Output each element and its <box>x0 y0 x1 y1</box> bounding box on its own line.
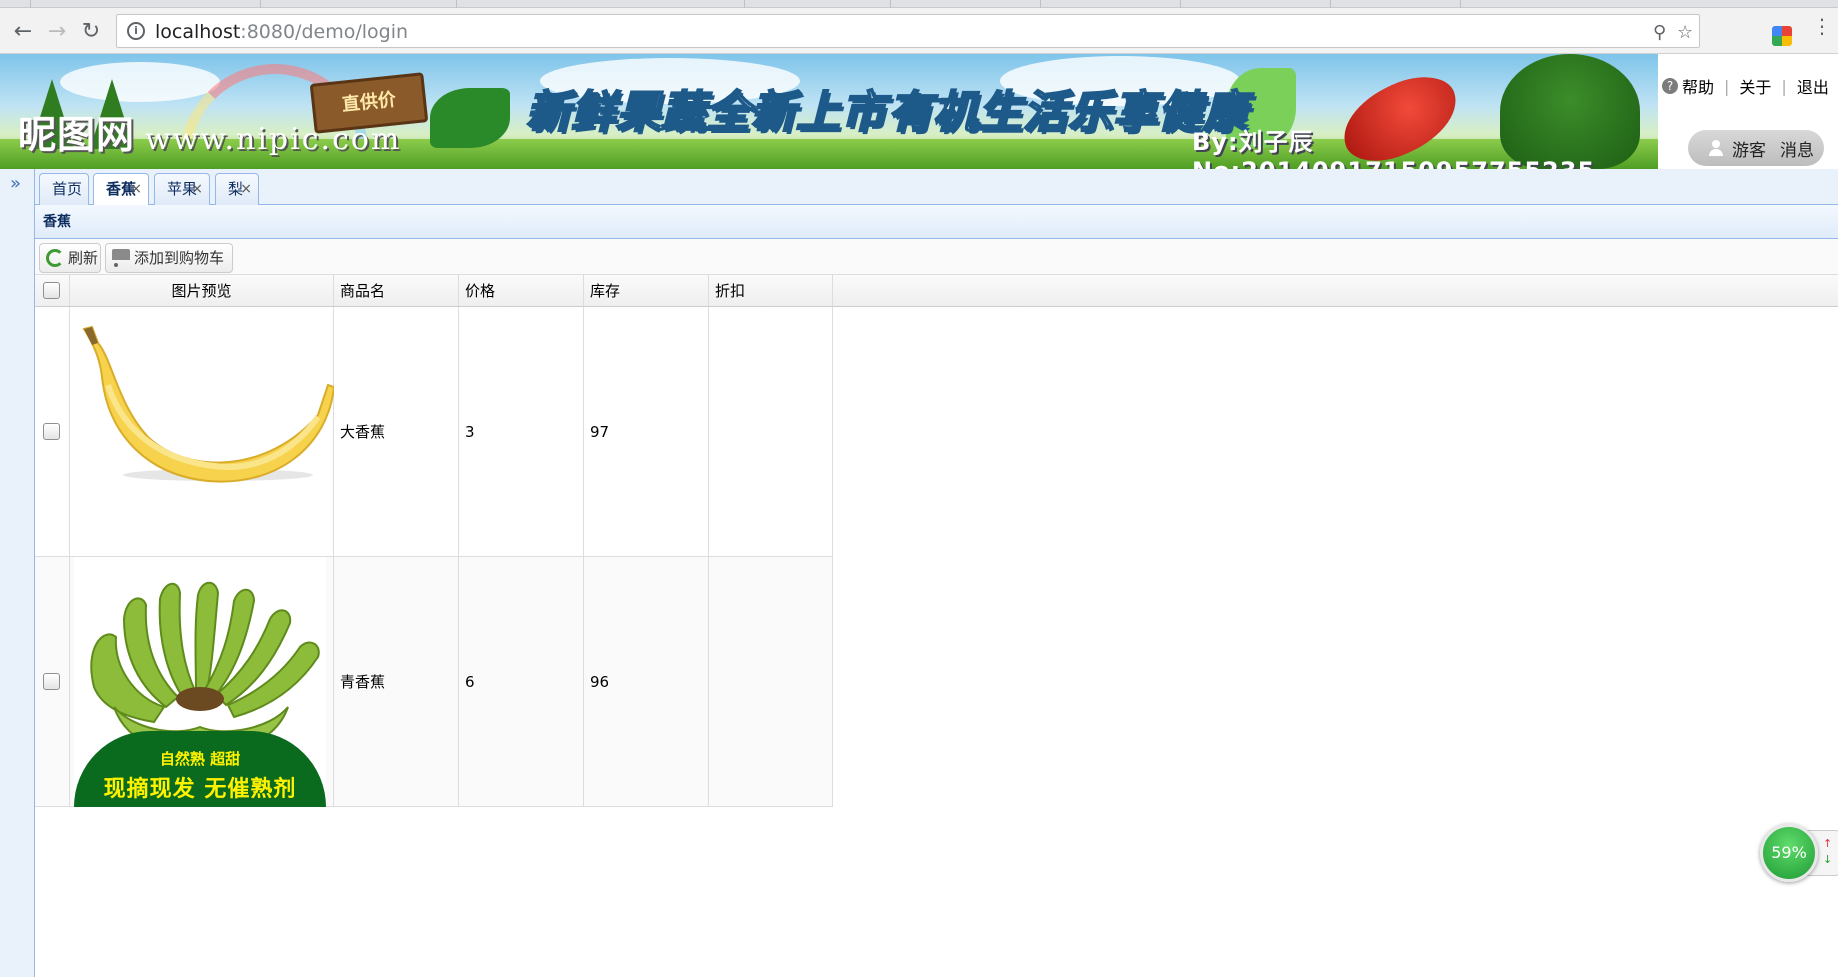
grid-header: 图片预览 商品名 价格 库存 折扣 <box>35 275 1838 307</box>
close-icon[interactable]: × <box>191 174 203 204</box>
green-banana-image: 自然熟 超甜 现摘现发 无催熟剂 <box>74 557 326 807</box>
column-header-stock[interactable]: 库存 <box>584 275 709 306</box>
download-arrow-icon: ↓ <box>1823 853 1833 866</box>
tab-pear[interactable]: 梨 × <box>215 173 259 205</box>
image-cell <box>70 307 334 556</box>
star-icon[interactable]: ☆ <box>1677 22 1693 43</box>
logout-link[interactable]: 退出 <box>1797 74 1829 98</box>
link-divider: | <box>1781 76 1787 96</box>
user-icon <box>1708 140 1724 156</box>
browser-tab[interactable] <box>890 0 891 8</box>
expand-double-chevron-icon[interactable]: » <box>10 173 21 194</box>
select-all-cell <box>35 275 70 306</box>
key-icon[interactable]: ⚲ <box>1653 22 1666 43</box>
product-name-cell: 大香蕉 <box>334 307 459 556</box>
banner-slogan-1: 新鲜果蔬全新上市 <box>525 86 886 139</box>
close-icon[interactable]: × <box>130 174 142 204</box>
extension-icon[interactable] <box>1772 26 1792 46</box>
tab-apple[interactable]: 苹果 × <box>154 173 210 205</box>
browser-tab-strip <box>0 0 1838 8</box>
info-icon[interactable]: i <box>127 22 145 40</box>
price-cell: 6 <box>459 557 584 806</box>
tab-label: 首页 <box>52 180 83 198</box>
cart-icon <box>112 249 130 267</box>
table-row[interactable]: 大香蕉 3 97 <box>35 307 833 557</box>
messages-link[interactable]: 消息 <box>1780 136 1814 161</box>
add-to-cart-label: 添加到购物车 <box>134 249 225 267</box>
panel-title: 香蕉 <box>35 205 1838 239</box>
column-header-name[interactable]: 商品名 <box>334 275 459 306</box>
tab-banana[interactable]: 香蕉 × <box>93 173 149 206</box>
discount-cell <box>709 307 833 556</box>
stock-cell: 97 <box>584 307 709 556</box>
user-name[interactable]: 游客 <box>1732 136 1766 161</box>
floating-speed-widget[interactable]: ↑ ↓ 59% <box>1760 824 1838 882</box>
about-link[interactable]: 关于 <box>1739 74 1771 98</box>
close-icon[interactable]: × <box>240 174 252 204</box>
browser-tab[interactable] <box>1040 0 1041 8</box>
banner-byline: By:刘子辰 No:20140917150957755235 <box>1192 128 1594 169</box>
row-select-cell <box>35 557 70 806</box>
image-caption-1: 自然熟 超甜 <box>159 750 241 768</box>
page-tabs: 首页 香蕉 × 苹果 × 梨 × <box>35 169 1838 206</box>
browser-tab[interactable] <box>1460 0 1461 8</box>
discount-cell <box>709 557 833 806</box>
table-row[interactable]: 自然熟 超甜 现摘现发 无催熟剂 青香蕉 6 96 <box>35 557 833 807</box>
address-bar[interactable]: i localhost:8080/demo/login ⚲ ☆ <box>116 14 1700 48</box>
banner-watermark: 昵图网 <box>18 112 136 157</box>
reload-icon[interactable]: ↻ <box>76 16 106 46</box>
browser-tab[interactable] <box>1330 0 1331 8</box>
price-cell: 3 <box>459 307 584 556</box>
percentage-badge[interactable]: 59% <box>1760 824 1818 882</box>
browser-tab[interactable] <box>260 0 261 8</box>
banner-sign: 直供价 <box>309 72 429 134</box>
browser-tab[interactable] <box>30 0 31 8</box>
help-link[interactable]: 帮助 <box>1682 74 1714 98</box>
grid-toolbar: 刷新 添加到购物车 <box>35 239 1838 275</box>
help-icon[interactable]: ? <box>1662 78 1678 94</box>
refresh-button[interactable]: 刷新 <box>39 243 101 273</box>
content-panel: 香蕉 刷新 添加到购物车 图片预览 商品名 价格 库存 折扣 大香蕉 3 97 … <box>35 205 1838 977</box>
column-header-discount[interactable]: 折扣 <box>709 275 833 306</box>
select-all-checkbox[interactable] <box>43 282 60 299</box>
user-bar: 游客 消息 <box>1688 130 1824 166</box>
row-checkbox[interactable] <box>43 673 60 690</box>
header-actions: ? 帮助 | 关于 | 退出 游客 消息 <box>1658 54 1838 169</box>
header-banner: 昵图网 www.nipic.com 直供价 新鲜果蔬全新上市 有机生活乐享健康 … <box>0 54 1658 169</box>
add-to-cart-button[interactable]: 添加到购物车 <box>105 243 233 273</box>
tab-home[interactable]: 首页 <box>39 173 89 205</box>
row-checkbox[interactable] <box>43 423 60 440</box>
back-arrow-icon[interactable]: ← <box>8 16 38 46</box>
row-select-cell <box>35 307 70 556</box>
browser-tab[interactable] <box>456 0 457 8</box>
url-path: :8080/demo/login <box>240 21 409 43</box>
cloud-shape <box>60 62 220 102</box>
column-header-image[interactable]: 图片预览 <box>70 275 334 306</box>
banana-image <box>82 325 334 483</box>
left-collapsed-panel: » <box>0 169 35 977</box>
address-url: localhost:8080/demo/login <box>155 21 408 43</box>
product-name-cell: 青香蕉 <box>334 557 459 806</box>
browser-toolbar: ← → ↻ i localhost:8080/demo/login ⚲ ☆ ⋮ <box>0 8 1838 54</box>
image-cell: 自然熟 超甜 现摘现发 无催熟剂 <box>70 557 334 807</box>
leaf-shape <box>430 88 510 148</box>
stock-cell: 96 <box>584 557 709 806</box>
browser-tab[interactable] <box>744 0 745 8</box>
link-divider: | <box>1724 76 1730 96</box>
upload-arrow-icon: ↑ <box>1823 837 1833 850</box>
refresh-icon <box>46 249 64 267</box>
browser-menu-icon[interactable]: ⋮ <box>1812 16 1832 36</box>
refresh-label: 刷新 <box>68 249 99 267</box>
header-links: ? 帮助 | 关于 | 退出 <box>1658 74 1838 98</box>
column-header-price[interactable]: 价格 <box>459 275 584 306</box>
image-caption-2: 现摘现发 无催熟剂 <box>103 777 297 802</box>
url-host: localhost <box>155 21 241 43</box>
forward-arrow-icon[interactable]: → <box>42 16 72 46</box>
browser-tab[interactable] <box>1180 0 1181 8</box>
